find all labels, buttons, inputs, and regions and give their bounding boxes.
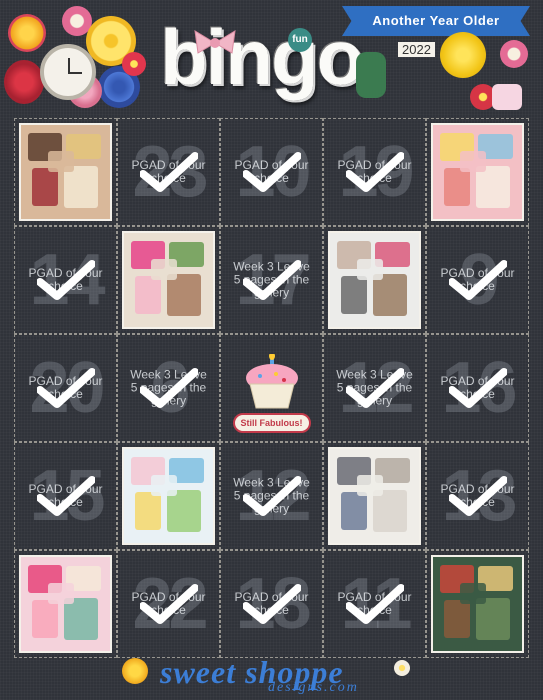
bingo-cell: 6 Week 3 Leave 5 pages in the gallery <box>117 334 220 442</box>
footer: sweet shoppe designs.com <box>0 654 543 700</box>
thumbnail-element <box>47 583 75 604</box>
checkmark-icon <box>242 476 301 516</box>
checkmark-icon <box>139 152 198 192</box>
bingo-cell: 16 PGAD of your choice <box>426 334 529 442</box>
bingo-cell <box>323 442 426 550</box>
layout-thumbnail <box>122 231 215 329</box>
checkmark-icon <box>36 368 95 408</box>
bingo-cell: 14 PGAD of your choice <box>14 226 117 334</box>
thumbnail-element <box>63 166 98 208</box>
checkmark-icon <box>345 152 404 192</box>
bingo-cell: 9 PGAD of your choice <box>426 226 529 334</box>
bingo-cell <box>14 550 117 658</box>
checkmark-icon <box>139 368 198 408</box>
thumbnail-element <box>340 276 368 314</box>
checkmark-icon <box>36 260 95 300</box>
checkmark-icon <box>448 368 507 408</box>
thumbnail-element <box>47 151 75 172</box>
thumbnail-element <box>134 276 162 314</box>
fun-badge: fun <box>288 28 312 52</box>
bingo-cell: 15 PGAD of your choice <box>14 442 117 550</box>
bingo-cell: 22 PGAD of your choice <box>117 550 220 658</box>
checkmark-icon <box>36 476 95 516</box>
bingo-cell: 10 PGAD of your choice <box>220 118 323 226</box>
thumbnail-element <box>475 598 510 640</box>
checkmark-icon <box>139 584 198 624</box>
thumbnail-element <box>166 490 201 532</box>
bingo-grid: 23 PGAD of your choice 10 PGAD of your choi… <box>14 118 529 658</box>
thumbnail-element <box>31 168 59 206</box>
thumbnail-element <box>63 598 98 640</box>
cupcake-icon <box>492 84 522 110</box>
thumbnail-element <box>443 600 471 638</box>
layout-thumbnail <box>328 231 421 329</box>
bingo-cell: Still Fabulous! <box>220 334 323 442</box>
bingo-cell <box>14 118 117 226</box>
mouse-figurine-icon <box>356 52 386 98</box>
bingo-cell: 17 Week 3 Leave 5 pages in the gallery <box>220 226 323 334</box>
ribbon-bow-icon <box>194 30 236 54</box>
gift-bow-icon <box>440 32 486 78</box>
layout-thumbnail <box>19 123 112 221</box>
checkmark-icon <box>448 260 507 300</box>
header: bingo fun Another Year Older 2022 <box>0 0 543 120</box>
year-label: 2022 <box>398 42 435 57</box>
bingo-cell: 23 PGAD of your choice <box>117 118 220 226</box>
bingo-cell: 18 PGAD of your choice <box>220 550 323 658</box>
thumbnail-element <box>31 600 59 638</box>
layout-thumbnail <box>19 555 112 653</box>
bingo-cell <box>323 226 426 334</box>
layout-thumbnail <box>122 447 215 545</box>
layout-thumbnail <box>431 123 524 221</box>
flower-decoration <box>500 40 528 68</box>
cupcake-icon <box>245 353 298 409</box>
clock-icon <box>40 44 96 100</box>
bingo-cell: 20 PGAD of your choice <box>14 334 117 442</box>
thumbnail-element <box>340 492 368 530</box>
bingo-cell <box>117 442 220 550</box>
checkmark-icon <box>345 368 404 408</box>
thumbnail-element <box>150 259 178 280</box>
layout-thumbnail <box>328 447 421 545</box>
bingo-cell <box>426 118 529 226</box>
flower-decoration <box>394 660 410 676</box>
checkmark-icon <box>242 260 301 300</box>
thumbnail-element <box>134 492 162 530</box>
bingo-page: bingo fun Another Year Older 2022 23 PGAD… <box>0 0 543 700</box>
bingo-cell: 13 PGAD of your choice <box>426 442 529 550</box>
another-year-older-banner: Another Year Older <box>342 6 530 36</box>
flower-decoration <box>122 658 148 684</box>
thumbnail-element <box>356 259 384 280</box>
bingo-cell: 19 PGAD of your choice <box>323 118 426 226</box>
flower-decoration <box>122 52 146 76</box>
thumbnail-element <box>372 490 407 532</box>
thumbnail-element <box>150 475 178 496</box>
thumbnail-element <box>475 166 510 208</box>
bingo-cell: 12 Week 3 Leave 5 pages in the gallery <box>220 442 323 550</box>
checkmark-icon <box>242 584 301 624</box>
still-fabulous-label: Still Fabulous! <box>232 413 311 433</box>
layout-thumbnail <box>431 555 524 653</box>
flower-decoration <box>8 14 46 52</box>
thumbnail-element <box>166 274 201 316</box>
flower-decoration <box>4 60 44 104</box>
bingo-cell: 11 PGAD of your choice <box>323 550 426 658</box>
checkmark-icon <box>242 152 301 192</box>
thumbnail-element <box>356 475 384 496</box>
thumbnail-element <box>372 274 407 316</box>
checkmark-icon <box>448 476 507 516</box>
bingo-cell: 12 Week 3 Leave 5 pages in the gallery <box>323 334 426 442</box>
checkmark-icon <box>345 584 404 624</box>
bingo-cell <box>117 226 220 334</box>
thumbnail-element <box>459 151 487 172</box>
thumbnail-element <box>459 583 487 604</box>
brand-url: designs.com <box>268 680 359 695</box>
bingo-cell <box>426 550 529 658</box>
thumbnail-element <box>443 168 471 206</box>
